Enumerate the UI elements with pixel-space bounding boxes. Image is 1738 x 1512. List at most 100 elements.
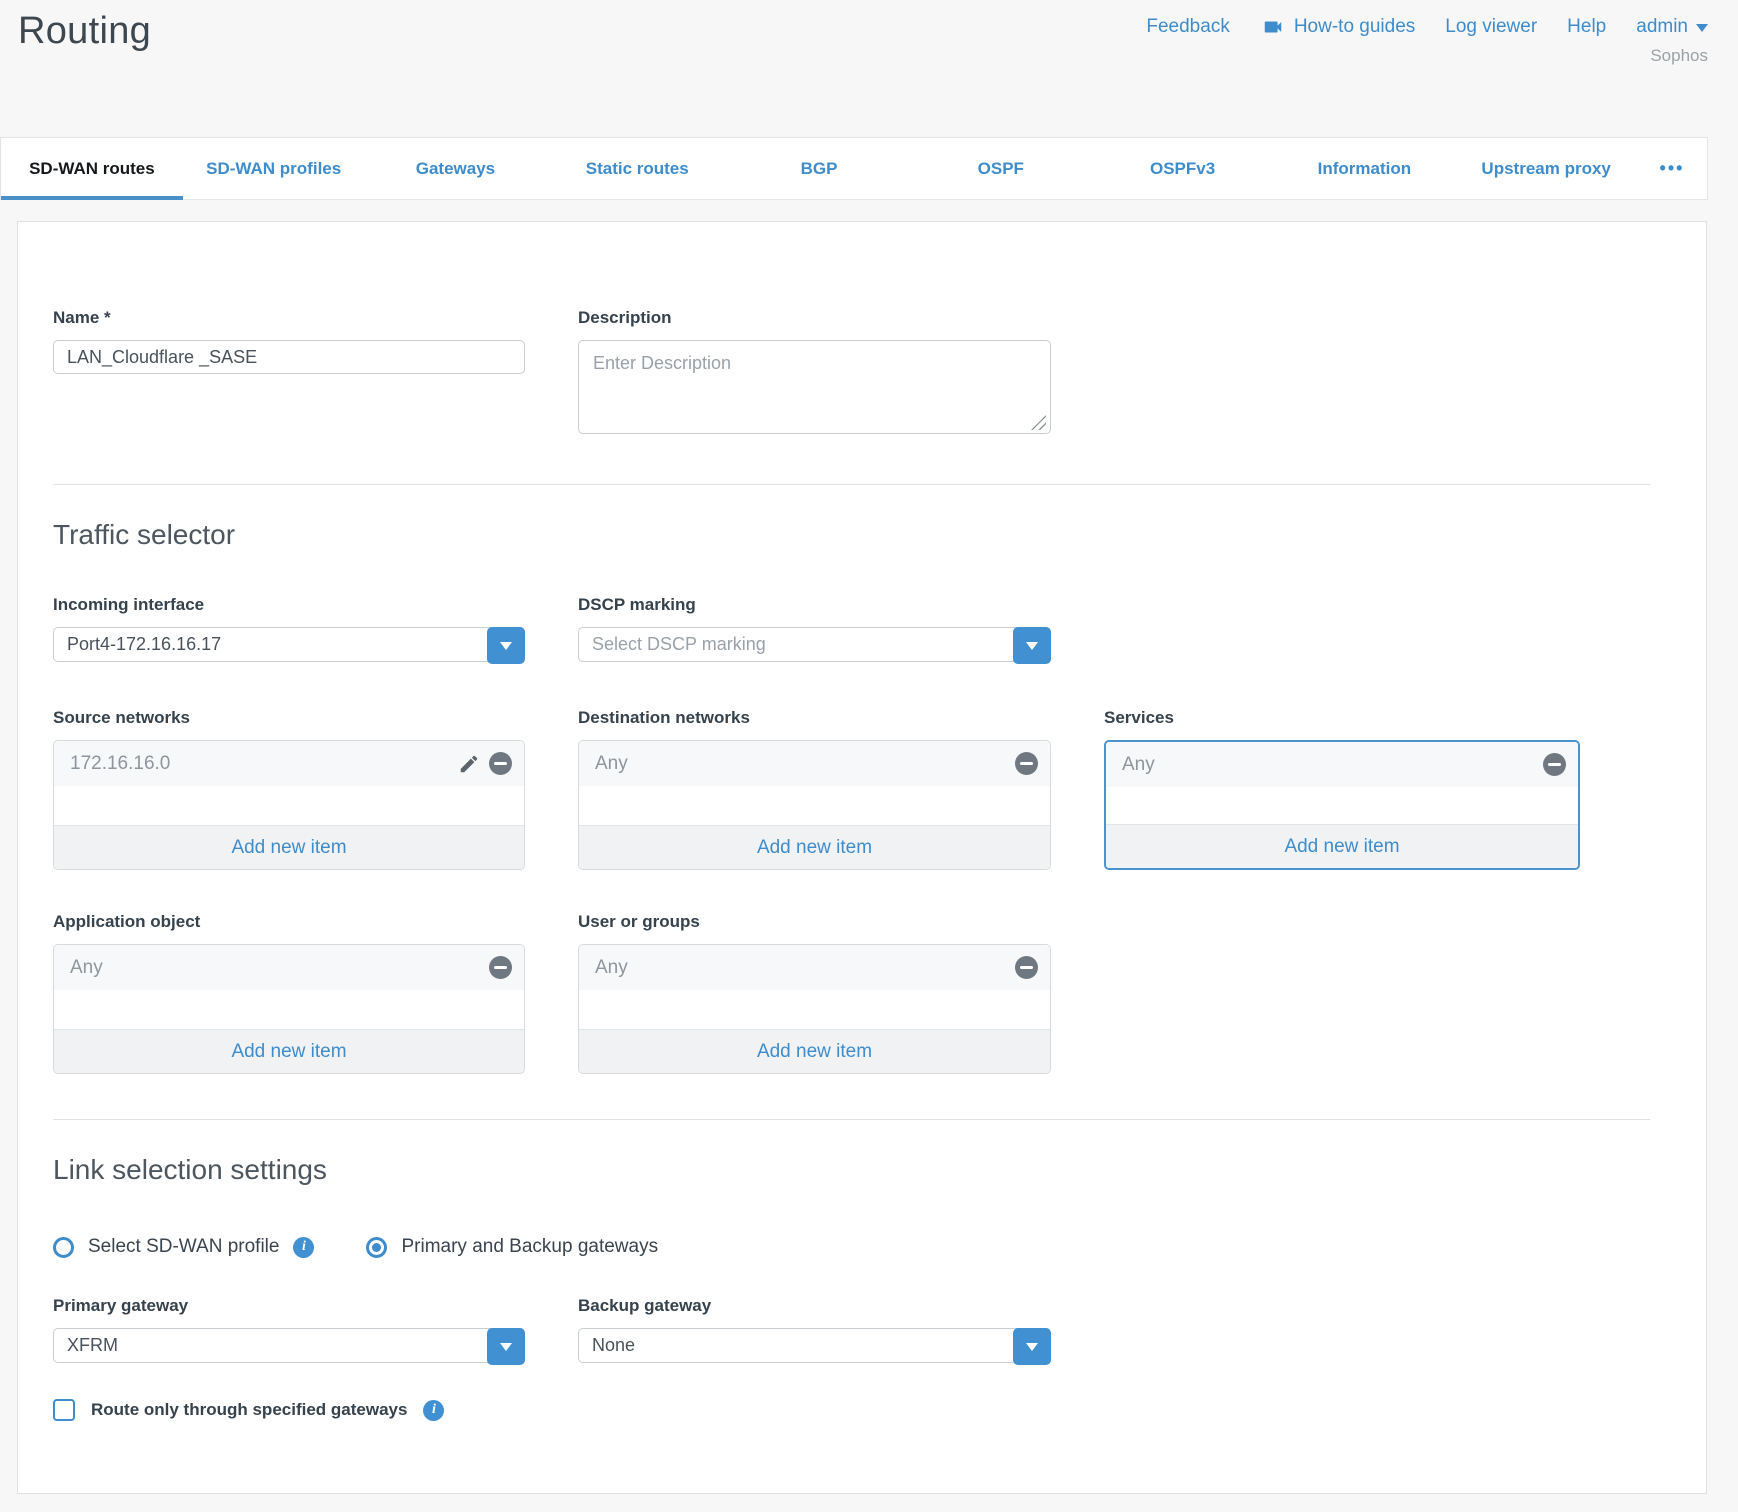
remove-icon[interactable]	[1015, 752, 1038, 775]
add-new-item-button[interactable]: Add new item	[54, 1029, 524, 1073]
top-nav: Feedback How-to guides Log viewer Help a…	[1146, 16, 1708, 38]
interface-dscp-row: Incoming interface Port4-172.16.16.17 DS…	[53, 595, 1706, 662]
source-networks-label: Source networks	[53, 708, 525, 728]
dropdown-button[interactable]	[487, 627, 525, 664]
user-or-groups-box: Any Add new item	[578, 944, 1051, 1074]
remove-icon[interactable]	[1543, 753, 1566, 776]
tab-ospf[interactable]: OSPF	[910, 138, 1092, 199]
gateway-row: Primary gateway XFRM Backup gateway None	[53, 1296, 1706, 1363]
listbox-body	[54, 990, 524, 1029]
name-label-text: Name	[53, 308, 99, 327]
caret-down-icon	[500, 1343, 512, 1357]
radio-icon-checked[interactable]	[366, 1237, 387, 1258]
add-new-item-button[interactable]: Add new item	[579, 1029, 1050, 1073]
incoming-interface-value: Port4-172.16.16.17	[67, 634, 221, 655]
dropdown-button[interactable]	[1013, 627, 1051, 664]
routing-tabbar: SD-WAN routes SD-WAN profiles Gateways S…	[0, 137, 1708, 200]
name-description-row: Name * Description	[53, 308, 1706, 439]
admin-menu[interactable]: admin	[1636, 16, 1708, 38]
info-icon[interactable]: i	[423, 1400, 444, 1421]
radio-primary-backup-gateways[interactable]: Primary and Backup gateways	[366, 1236, 658, 1258]
traffic-selector-heading: Traffic selector	[53, 519, 1706, 551]
tab-sd-wan-profiles[interactable]: SD-WAN profiles	[183, 138, 365, 199]
tab-label: SD-WAN routes	[29, 159, 155, 179]
application-object-label: Application object	[53, 912, 525, 932]
howto-guides-link[interactable]: How-to guides	[1260, 16, 1415, 38]
tab-information[interactable]: Information	[1273, 138, 1455, 199]
backup-gateway-label: Backup gateway	[578, 1296, 1051, 1316]
application-object-box: Any Add new item	[53, 944, 525, 1074]
remove-icon[interactable]	[489, 752, 512, 775]
radio-icon[interactable]	[53, 1237, 74, 1258]
primary-gateway-select[interactable]: XFRM	[53, 1328, 525, 1363]
info-icon[interactable]: i	[293, 1237, 314, 1258]
radio-select-sdwan-profile[interactable]: Select SD-WAN profile i	[53, 1236, 314, 1258]
tab-label: BGP	[801, 159, 838, 179]
add-new-item-button[interactable]: Add new item	[1106, 824, 1578, 868]
help-link[interactable]: Help	[1567, 16, 1606, 38]
tab-bgp[interactable]: BGP	[728, 138, 910, 199]
destination-networks-box: Any Add new item	[578, 740, 1051, 870]
tab-label: Information	[1318, 159, 1412, 179]
list-item-value: 172.16.16.0	[70, 753, 170, 775]
remove-icon[interactable]	[489, 956, 512, 979]
description-textarea[interactable]	[578, 340, 1051, 434]
name-label: Name *	[53, 308, 525, 328]
section-divider	[53, 484, 1650, 485]
dropdown-button[interactable]	[1013, 1328, 1051, 1365]
radio-label: Select SD-WAN profile	[88, 1236, 279, 1258]
listbox-body	[579, 786, 1050, 825]
add-new-item-button[interactable]: Add new item	[54, 825, 524, 869]
tab-sd-wan-routes[interactable]: SD-WAN routes	[1, 138, 183, 199]
destination-networks-label: Destination networks	[578, 708, 1051, 728]
dropdown-button[interactable]	[487, 1328, 525, 1365]
list-item: Any	[1106, 742, 1578, 787]
route-only-label: Route only through specified gateways	[91, 1400, 407, 1420]
incoming-interface-label: Incoming interface	[53, 595, 525, 615]
list-item: Any	[579, 945, 1050, 990]
tab-static-routes[interactable]: Static routes	[546, 138, 728, 199]
list-item: Any	[54, 945, 524, 990]
list-item: Any	[579, 741, 1050, 786]
incoming-interface-select[interactable]: Port4-172.16.16.17	[53, 627, 525, 662]
tab-upstream-proxy[interactable]: Upstream proxy	[1455, 138, 1637, 199]
list-item-value: Any	[595, 753, 628, 775]
required-asterisk: *	[104, 308, 111, 327]
backup-gateway-value: None	[592, 1335, 635, 1356]
remove-icon[interactable]	[1015, 956, 1038, 979]
primary-gateway-value: XFRM	[67, 1335, 118, 1356]
tab-label: Upstream proxy	[1481, 159, 1610, 179]
listbox-body	[1106, 787, 1578, 824]
user-or-groups-label: User or groups	[578, 912, 1051, 932]
services-label: Services	[1104, 708, 1580, 728]
services-box: Any Add new item	[1104, 740, 1580, 870]
caret-down-icon	[500, 642, 512, 656]
feedback-link[interactable]: Feedback	[1146, 16, 1229, 38]
tab-more-button[interactable]: •••	[1637, 138, 1707, 199]
description-label: Description	[578, 308, 1051, 328]
dscp-marking-label: DSCP marking	[578, 595, 1051, 615]
list-item: 172.16.16.0	[54, 741, 524, 786]
caret-down-icon	[1026, 642, 1038, 656]
video-camera-icon	[1260, 16, 1286, 38]
add-new-item-button[interactable]: Add new item	[579, 825, 1050, 869]
help-label: Help	[1567, 16, 1606, 38]
tab-label: Static routes	[586, 159, 689, 179]
dscp-marking-select[interactable]: Select DSCP marking	[578, 627, 1051, 662]
list-item-value: Any	[595, 957, 628, 979]
tab-ospfv3[interactable]: OSPFv3	[1092, 138, 1274, 199]
name-input[interactable]	[53, 340, 525, 374]
primary-gateway-label: Primary gateway	[53, 1296, 525, 1316]
page-title: Routing	[18, 10, 151, 53]
networks-row: Source networks 172.16.16.0 Add new item…	[53, 708, 1706, 870]
link-selection-radios: Select SD-WAN profile i Primary and Back…	[53, 1236, 1706, 1258]
route-only-checkbox[interactable]	[53, 1399, 75, 1421]
tab-label: OSPFv3	[1150, 159, 1215, 179]
log-viewer-link[interactable]: Log viewer	[1445, 16, 1537, 38]
edit-icon[interactable]	[458, 753, 480, 775]
sd-wan-route-form: Name * Description Traffic selector Inco…	[17, 221, 1707, 1494]
listbox-body	[54, 786, 524, 825]
tab-gateways[interactable]: Gateways	[365, 138, 547, 199]
backup-gateway-select[interactable]: None	[578, 1328, 1051, 1363]
chevron-down-icon	[1696, 24, 1708, 38]
